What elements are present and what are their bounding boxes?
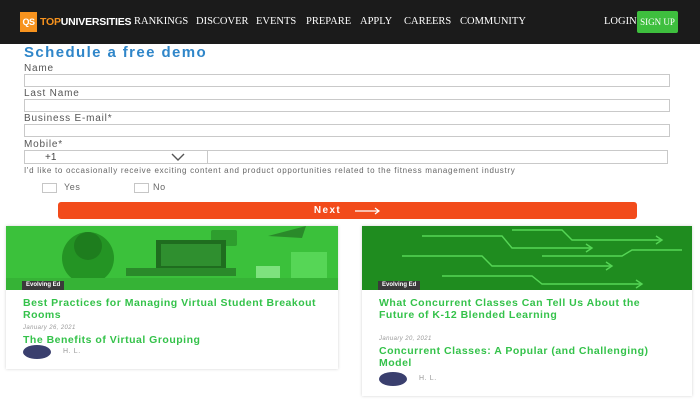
mobile-input[interactable] (207, 150, 668, 164)
consent-no-label: No (153, 182, 166, 192)
logo-wordmark: TOPUNIVERSITIES (40, 16, 132, 28)
logo-rest: UNIVERSITIES (60, 16, 132, 28)
form-title: Schedule a free demo (24, 44, 208, 61)
article-card[interactable]: Evolving Ed What Concurrent Classes Can … (362, 226, 692, 396)
consent-no-radio[interactable] (134, 183, 149, 193)
author-name: H. L. (63, 348, 81, 355)
arrow-right-icon (355, 207, 381, 214)
related-article-title[interactable]: Concurrent Classes: A Popular (and Chall… (379, 345, 669, 369)
nav-events[interactable]: EVENTS (256, 16, 296, 27)
author-avatar (379, 372, 407, 386)
category-badge: Evolving Ed (378, 281, 421, 290)
next-button-label: Next (313, 205, 342, 216)
last-name-input[interactable] (24, 99, 670, 112)
nav-apply[interactable]: APPLY (360, 16, 392, 27)
article-date: January 20, 2021 (379, 336, 432, 342)
consent-yes-radio[interactable] (42, 183, 57, 193)
login-link[interactable]: LOGIN (604, 16, 637, 27)
qs-logo[interactable]: QS TOPUNIVERSITIES (20, 12, 132, 32)
logo-mark: QS (20, 12, 37, 32)
country-code-select[interactable]: +1 (24, 150, 207, 164)
logo-top: TOP (40, 16, 61, 28)
category-badge: Evolving Ed (22, 281, 65, 290)
nav-prepare[interactable]: PREPARE (306, 16, 351, 27)
signup-button[interactable]: SIGN UP (637, 11, 678, 33)
top-navigation: QS TOPUNIVERSITIES RANKINGS DISCOVER EVE… (0, 0, 700, 44)
consent-yes-label: Yes (64, 182, 81, 192)
nav-community[interactable]: COMMUNITY (460, 16, 526, 27)
email-label: Business E-mail* (24, 113, 113, 124)
consent-text: I'd like to occasionally receive excitin… (24, 166, 516, 175)
next-button[interactable]: Next (58, 202, 637, 219)
chevron-down-icon (171, 153, 185, 161)
nav-rankings[interactable]: RANKINGS (134, 16, 188, 27)
name-label: Name (24, 63, 54, 74)
article-title[interactable]: Best Practices for Managing Virtual Stud… (23, 297, 323, 321)
article-card[interactable]: Evolving Ed Best Practices for Managing … (6, 226, 338, 369)
nav-careers[interactable]: CAREERS (404, 16, 451, 27)
author-avatar (23, 345, 51, 359)
mobile-label: Mobile* (24, 139, 63, 150)
email-input[interactable] (24, 124, 670, 137)
article-date: January 26, 2021 (23, 325, 76, 331)
article-title[interactable]: What Concurrent Classes Can Tell Us Abou… (379, 297, 679, 321)
country-code-value: +1 (45, 152, 57, 163)
last-name-label: Last Name (24, 88, 80, 99)
name-input[interactable] (24, 74, 670, 87)
related-article-title[interactable]: The Benefits of Virtual Grouping (23, 334, 323, 346)
author-name: H. L. (419, 375, 437, 382)
nav-discover[interactable]: DISCOVER (196, 16, 249, 27)
